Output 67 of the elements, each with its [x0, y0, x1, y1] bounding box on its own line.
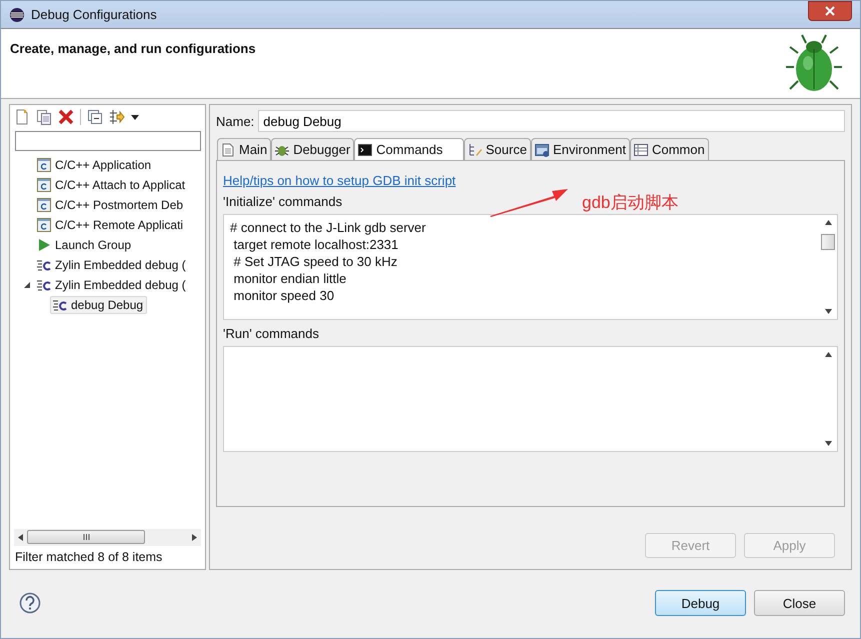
- duplicate-icon[interactable]: [36, 109, 52, 125]
- code-line: target remote localhost:2331: [232, 236, 400, 253]
- section-label: 'Initialize' commands: [223, 194, 342, 209]
- scroll-up-icon[interactable]: [825, 220, 832, 225]
- code-line: # connect to the J-Link gdb server: [230, 219, 427, 236]
- source-tree-icon: [468, 142, 482, 156]
- c-lines-icon: [37, 278, 51, 292]
- scroll-down-icon[interactable]: [825, 441, 832, 446]
- header-title: Create, manage, and run configurations: [10, 41, 256, 58]
- name-field[interactable]: debug Debug: [258, 110, 845, 132]
- tab[interactable]: Environment: [530, 138, 630, 160]
- close-icon: [825, 6, 835, 16]
- grip-icon: [82, 534, 90, 540]
- table-icon: [634, 142, 648, 156]
- run-commands-field[interactable]: [223, 346, 838, 452]
- close-button[interactable]: [808, 1, 852, 21]
- tree-item[interactable]: C/C++ Application: [34, 156, 156, 174]
- delete-icon[interactable]: [58, 109, 74, 125]
- tree-item[interactable]: C/C++ Attach to Applicat: [34, 176, 190, 194]
- tree-item[interactable]: C/C++ Remote Applicati: [34, 216, 188, 234]
- code-line: # Set JTAG speed to 30 kHz: [232, 253, 398, 270]
- terminal-icon: [358, 142, 372, 156]
- tree-item[interactable]: C/C++ Postmortem Deb: [34, 196, 188, 214]
- tree-item[interactable]: Zylin Embedded debug (: [34, 276, 190, 294]
- filter-arrow-icon[interactable]: [109, 109, 125, 125]
- annotation-text: gdb启动脚本: [582, 192, 678, 214]
- tree-item[interactable]: Zylin Embedded debug (: [34, 256, 190, 274]
- new-file-icon[interactable]: [14, 109, 30, 125]
- c-lines-icon: [37, 258, 51, 272]
- tab[interactable]: Debugger: [271, 138, 354, 160]
- code-line: monitor speed 30: [232, 287, 336, 304]
- eclipse-logo-icon: [9, 6, 25, 22]
- scroll-right-icon[interactable]: [192, 534, 197, 541]
- c-file-icon: [37, 158, 51, 172]
- filter-status: Filter matched 8 of 8 items: [14, 549, 164, 566]
- initialize-commands-field[interactable]: # connect to the J-Link gdb server target remote localhost:2331 # Set JTAG speed to 30 kHz monitor endian little monitor speed 30: [223, 214, 838, 320]
- tab[interactable]: Source: [464, 138, 531, 160]
- scroll-up-icon[interactable]: [825, 352, 832, 357]
- section-label: 'Run' commands: [223, 326, 320, 341]
- dialog-button[interactable]: Close: [754, 590, 845, 616]
- scroll-down-icon[interactable]: [825, 309, 832, 314]
- c-lines-icon: [53, 298, 67, 312]
- code-line: monitor endian little: [232, 270, 348, 287]
- c-file-icon: [37, 218, 51, 232]
- dialog-button[interactable]: Debug: [655, 590, 746, 616]
- window-title: Debug Configurations: [31, 7, 158, 22]
- name-label: Name:: [216, 114, 254, 128]
- document-icon: [221, 142, 235, 156]
- tab[interactable]: Common: [630, 138, 709, 160]
- tab[interactable]: Main: [217, 138, 272, 160]
- tree-item[interactable]: debug Debug: [50, 296, 148, 314]
- help-link[interactable]: Help/tips on how to setup GDB init script: [223, 173, 456, 188]
- scrollbar-thumb[interactable]: [27, 530, 145, 544]
- play-icon: [37, 238, 51, 252]
- horizontal-scrollbar[interactable]: [14, 529, 201, 546]
- c-file-icon: [37, 198, 51, 212]
- filter-field[interactable]: [15, 131, 201, 151]
- window-icon: [534, 142, 549, 156]
- collapse-all-icon[interactable]: [87, 109, 103, 125]
- help-icon[interactable]: [19, 592, 41, 614]
- tab[interactable]: Commands: [354, 138, 464, 160]
- expanded-arrow-icon[interactable]: [23, 281, 31, 289]
- scrollbar-thumb[interactable]: [821, 234, 835, 250]
- scroll-left-icon[interactable]: [18, 534, 23, 541]
- dropdown-caret-icon[interactable]: [131, 114, 139, 120]
- c-file-icon: [37, 178, 51, 192]
- tree-item[interactable]: Launch Group: [34, 236, 136, 254]
